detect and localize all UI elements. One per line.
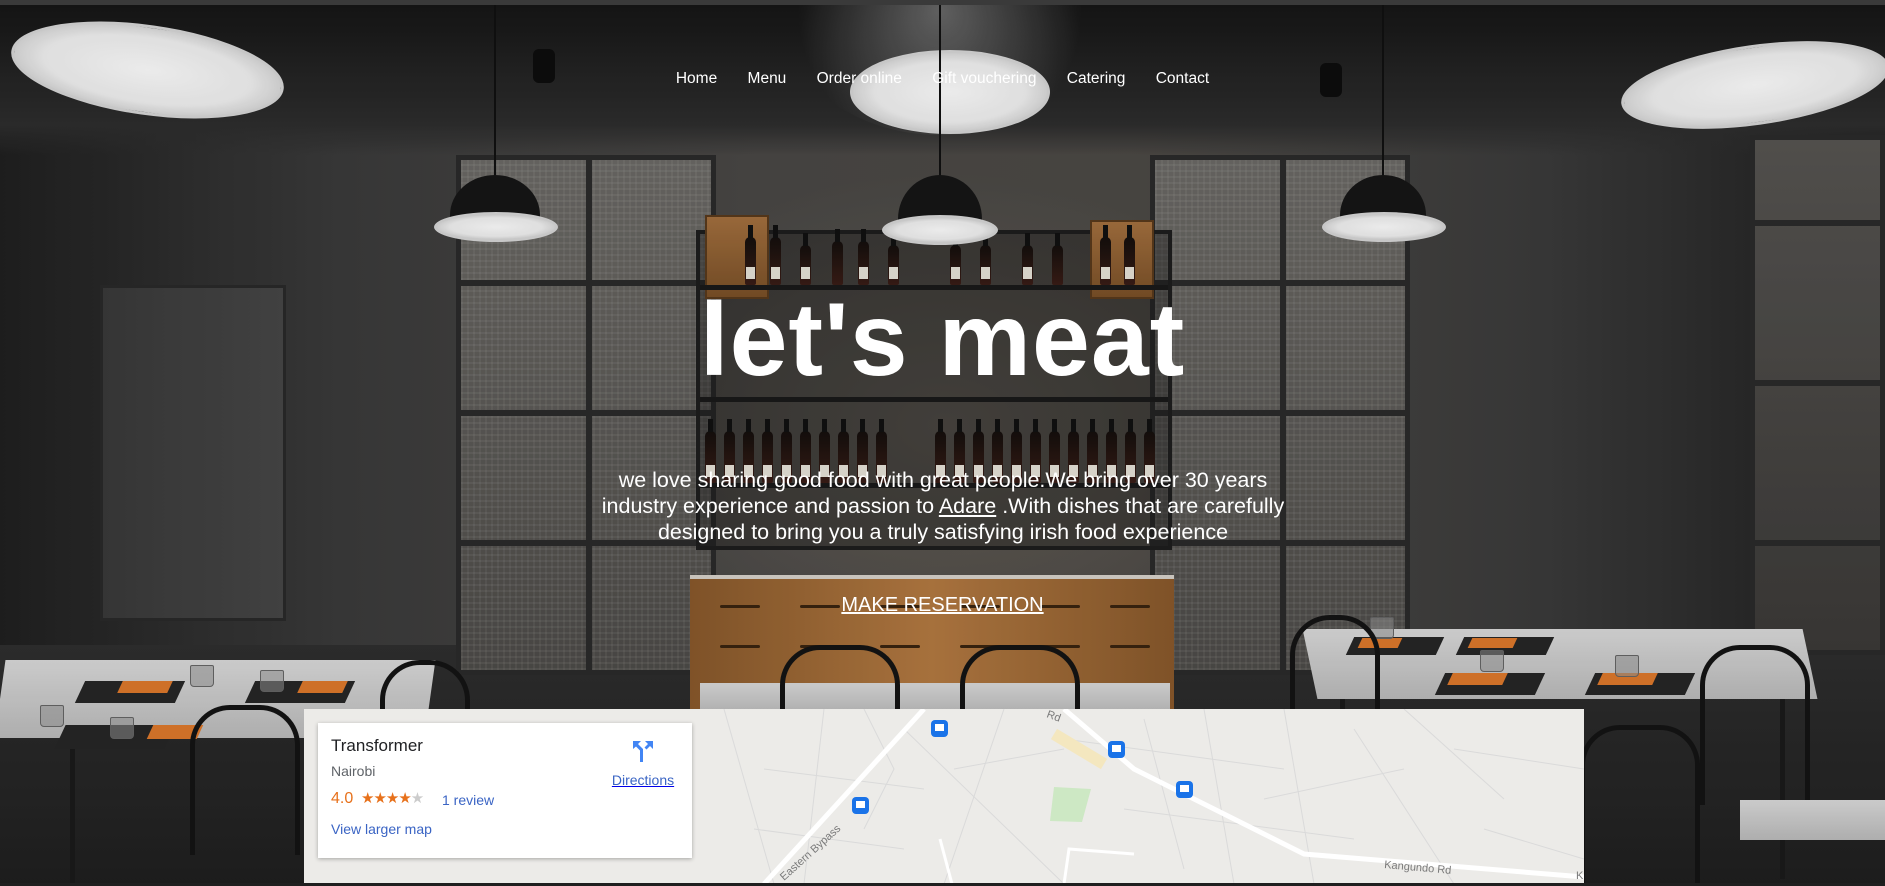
directions-button[interactable]: Directions xyxy=(598,738,688,788)
reviews-link[interactable]: 1 review xyxy=(442,792,494,808)
nav-menu[interactable]: Menu xyxy=(748,70,787,88)
map-place-card: Transformer Nairobi 4.0 ★★★★★ 1 review V… xyxy=(318,723,692,858)
place-locality: Nairobi xyxy=(331,763,376,779)
star-icon: ★★★★ xyxy=(361,790,412,807)
star-empty-icon: ★ xyxy=(410,790,424,807)
nav-gift-vouchering[interactable]: Gift vouchering xyxy=(932,70,1036,88)
bus-stop-icon[interactable] xyxy=(931,720,948,737)
view-larger-map-link[interactable]: View larger map xyxy=(331,821,432,837)
bus-stop-icon[interactable] xyxy=(1176,781,1193,798)
nav-home[interactable]: Home xyxy=(676,70,717,88)
bus-stop-icon[interactable] xyxy=(852,797,869,814)
place-name: Transformer xyxy=(331,736,423,755)
rating-stars: ★★★★★ xyxy=(361,789,424,807)
nav-order-online[interactable]: Order online xyxy=(817,70,902,88)
main-nav: Home Menu Order online Gift vouchering C… xyxy=(0,70,1885,88)
nav-contact[interactable]: Contact xyxy=(1156,70,1209,88)
adare-link[interactable]: Adare xyxy=(939,494,996,518)
directions-label: Directions xyxy=(611,772,675,788)
bus-stop-icon[interactable] xyxy=(1108,741,1125,758)
reservation-cta-wrapper: MAKE RESERVATION xyxy=(0,594,1885,617)
directions-icon xyxy=(633,741,653,762)
nav-catering[interactable]: Catering xyxy=(1067,70,1126,88)
road-label-k: K xyxy=(1576,870,1584,882)
hero-title: let's meat xyxy=(699,282,1186,398)
hero-tagline: we love sharing good food with great peo… xyxy=(598,467,1288,545)
make-reservation-link[interactable]: MAKE RESERVATION xyxy=(841,594,1043,616)
place-rating: 4.0 xyxy=(331,790,354,807)
